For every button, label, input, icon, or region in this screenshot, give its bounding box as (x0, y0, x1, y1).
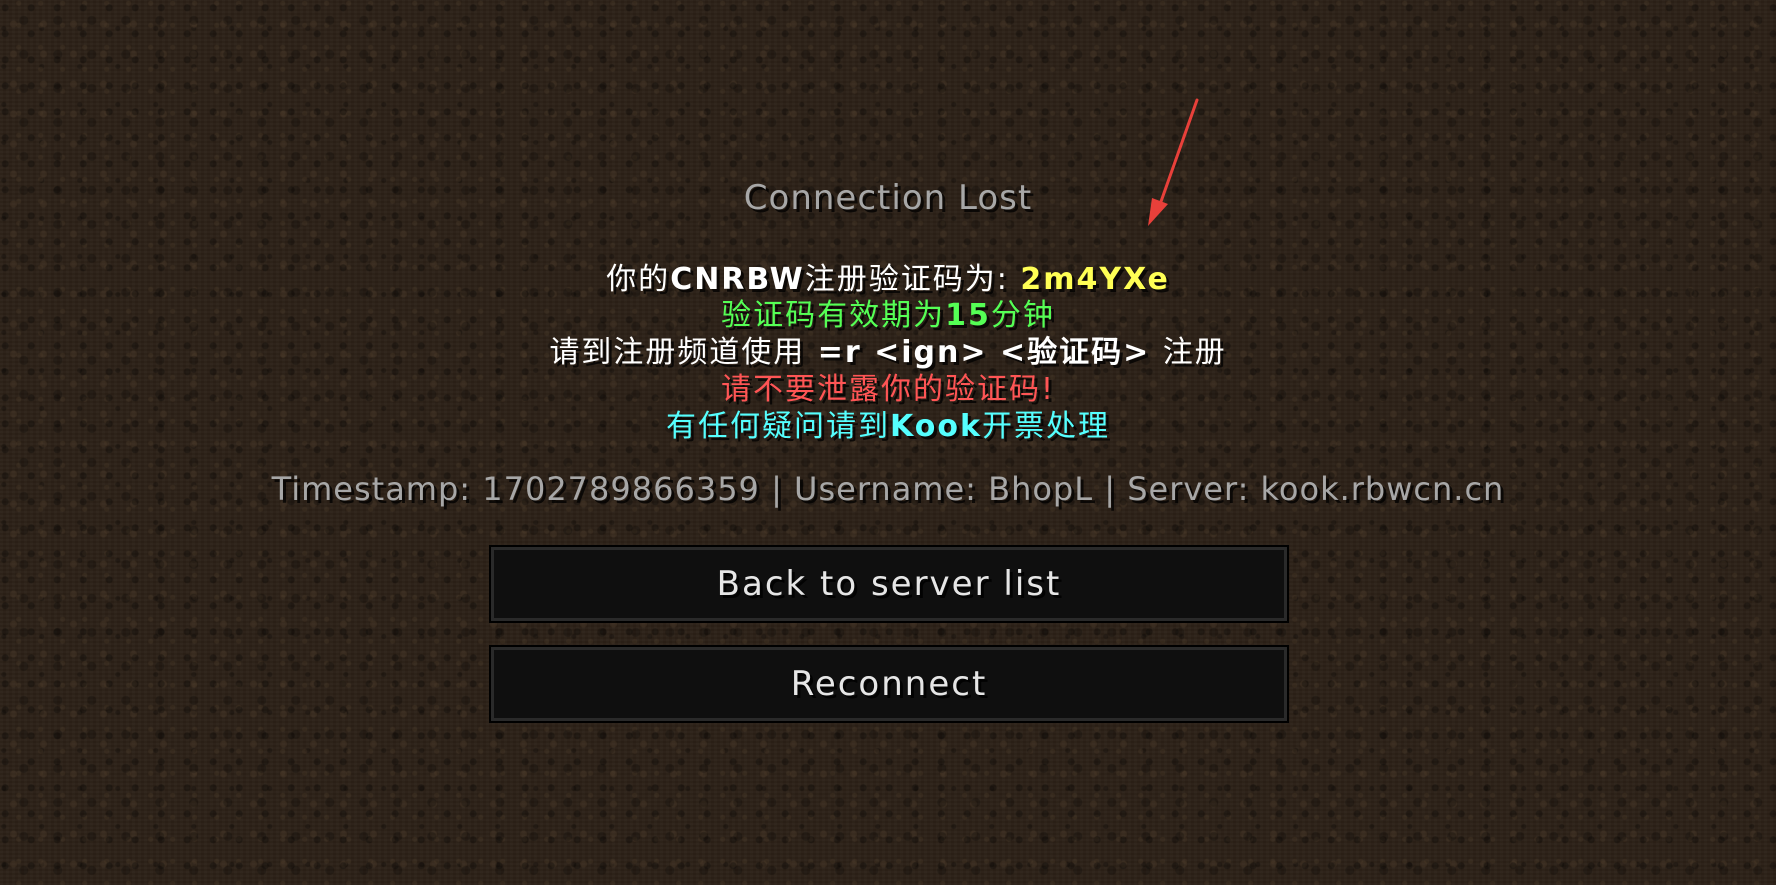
line5-prefix: 有任何疑问请到 (666, 409, 891, 444)
session-info: Timestamp: 1702789866359 | Username: Bho… (271, 470, 1505, 508)
screen-title: Connection Lost (743, 178, 1033, 218)
back-button-label: Back to server list (716, 564, 1062, 604)
reconnect-button-label: Reconnect (790, 664, 988, 704)
support-line: 有任何疑问请到Kook开票处理 (0, 401, 1776, 445)
red-arrow-icon (1148, 98, 1199, 226)
line5-suffix: 开票处理 (981, 409, 1110, 444)
back-to-server-list-button[interactable]: Back to server list (489, 545, 1289, 623)
line5-brand: Kook (890, 409, 982, 444)
reconnect-button[interactable]: Reconnect (489, 645, 1289, 723)
